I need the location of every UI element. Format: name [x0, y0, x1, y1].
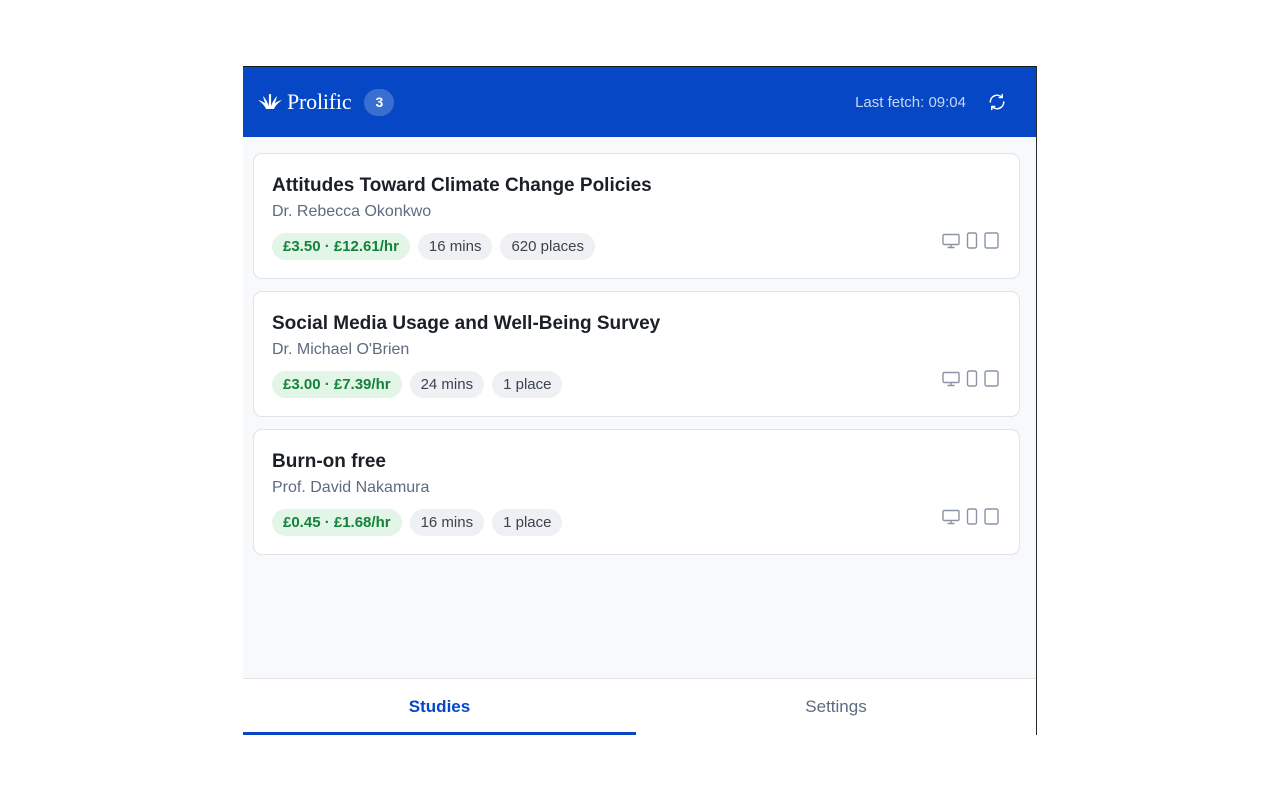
- logo-text: Prolific: [287, 89, 352, 114]
- bottom-tab-bar: Studies Settings: [243, 678, 1036, 735]
- mobile-icon: [966, 508, 978, 530]
- study-tags: £3.00 · £7.39/hr 24 mins 1 place: [272, 371, 1001, 398]
- places-tag: 620 places: [500, 233, 596, 260]
- study-researcher: Dr. Rebecca Okonkwo: [272, 203, 432, 220]
- duration-tag: 16 mins: [409, 509, 485, 536]
- study-card[interactable]: Attitudes Toward Climate Change Policies…: [253, 153, 1020, 279]
- study-card[interactable]: Social Media Usage and Well-Being Survey…: [253, 291, 1020, 417]
- desktop-icon: [942, 509, 960, 530]
- last-fetch-label: Last fetch: 09:04: [855, 93, 966, 111]
- study-researcher: Dr. Michael O'Brien: [272, 341, 410, 358]
- extension-popup: Prolific 3 Last fetch: 09:04 Attitudes T…: [243, 66, 1037, 735]
- header-bar: Prolific 3 Last fetch: 09:04: [243, 67, 1036, 137]
- mobile-icon: [966, 370, 978, 392]
- tablet-icon: [984, 370, 999, 392]
- reward-tag: £3.50 · £12.61/hr: [272, 233, 410, 260]
- device-icons: [936, 370, 999, 392]
- study-title: Burn-on free: [272, 451, 386, 472]
- study-title: Attitudes Toward Climate Change Policies: [272, 175, 652, 196]
- desktop-icon: [942, 233, 960, 254]
- device-icons: [936, 508, 999, 530]
- study-list: Attitudes Toward Climate Change Policies…: [243, 137, 1036, 555]
- prolific-logo: Prolific: [257, 89, 352, 115]
- device-icons: [936, 232, 999, 254]
- tab-studies[interactable]: Studies: [243, 679, 636, 735]
- places-tag: 1 place: [492, 371, 563, 398]
- refresh-icon[interactable]: [988, 93, 1006, 111]
- tab-settings[interactable]: Settings: [636, 679, 1036, 735]
- desktop-icon: [942, 371, 960, 392]
- tablet-icon: [984, 232, 999, 254]
- study-title: Social Media Usage and Well-Being Survey: [272, 313, 661, 334]
- study-tags: £3.50 · £12.61/hr 16 mins 620 places: [272, 233, 1001, 260]
- tablet-icon: [984, 508, 999, 530]
- mobile-icon: [966, 232, 978, 254]
- places-tag: 1 place: [492, 509, 563, 536]
- study-tags: £0.45 · £1.68/hr 16 mins 1 place: [272, 509, 1001, 536]
- reward-tag: £0.45 · £1.68/hr: [272, 509, 402, 536]
- study-card[interactable]: Burn-on free Prof. David Nakamura £0.45 …: [253, 429, 1020, 555]
- duration-tag: 24 mins: [409, 371, 485, 398]
- duration-tag: 16 mins: [417, 233, 493, 260]
- reward-tag: £3.00 · £7.39/hr: [272, 371, 402, 398]
- study-count-badge: 3: [364, 88, 395, 116]
- prolific-logo-icon: [258, 94, 282, 110]
- study-researcher: Prof. David Nakamura: [272, 479, 430, 496]
